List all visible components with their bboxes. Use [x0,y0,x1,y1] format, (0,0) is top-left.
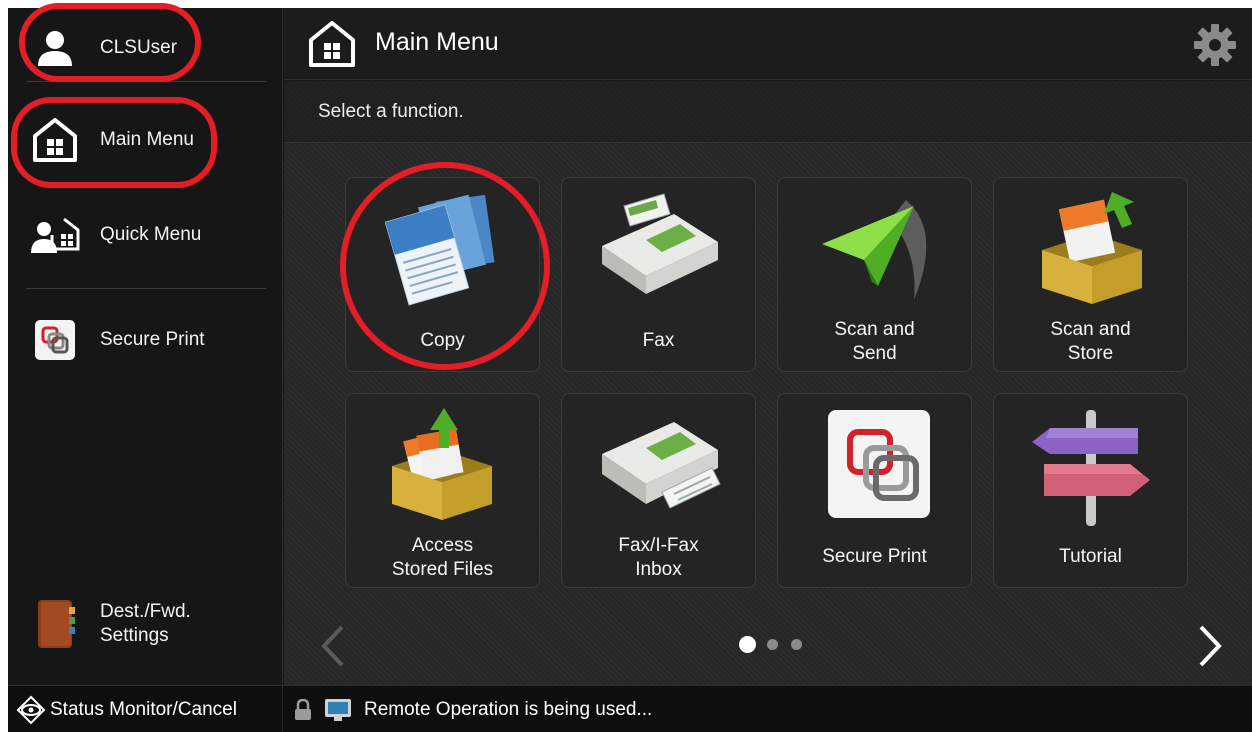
tile-label: Secure Print [822,546,927,567]
fax-icon [594,190,724,310]
scan-store-icon [1026,190,1156,310]
sidebar-item-dest-settings[interactable]: Dest./Fwd. Settings [8,583,283,665]
user-icon [30,23,80,73]
fax-inbox-icon [594,406,724,526]
tile-fax[interactable]: Fax [561,177,756,372]
next-page-arrow-icon[interactable] [1189,621,1229,671]
tile-copy[interactable]: Copy [345,177,540,372]
sidebar-item-label: CLSUser [100,37,178,58]
remote-operation-status: Remote Operation is being used... [294,686,652,732]
remote-operation-message: Remote Operation is being used... [364,698,653,720]
quick-menu-icon [30,210,80,260]
sidebar-item-secure-print[interactable]: Secure Print [8,300,283,380]
sidebar-item-label: Main Menu [100,129,194,150]
tile-tutorial[interactable]: Tutorial [993,393,1188,588]
sidebar-item-label: Secure Print [100,329,205,350]
tile-label: Fax/I-Fax Inbox [618,535,699,580]
address-book-icon [30,599,80,649]
eye-icon [16,695,46,725]
sidebar-item-quick-menu[interactable]: Quick Menu [8,195,283,275]
copy-icon [378,190,508,310]
sidebar: CLSUser Main Menu Quick Menu Secure Prin… [8,8,283,685]
tile-secure-print[interactable]: Secure Print [777,393,972,588]
main-content: Select a function. Copy Fax Scan and Sen… [284,81,1252,685]
stored-files-icon [378,406,508,526]
status-monitor-button[interactable]: Status Monitor/Cancel [8,686,283,732]
status-monitor-label: Status Monitor/Cancel [50,698,237,720]
page-dot [791,639,802,650]
tile-fax-inbox[interactable]: Fax/I-Fax Inbox [561,393,756,588]
page-title: Main Menu [375,28,499,56]
page-dot-active [739,636,756,653]
instruction-text: Select a function. [318,101,464,122]
tile-label: Tutorial [1059,546,1122,567]
tile-label: Fax [642,330,675,351]
previous-page-arrow-icon[interactable] [314,621,354,671]
tile-scan-and-store[interactable]: Scan and Store [993,177,1188,372]
header-bar: Main Menu [284,8,1252,80]
secure-print-icon [30,315,80,365]
gear-icon[interactable] [1192,22,1238,68]
tile-scan-and-send[interactable]: Scan and Send [777,177,972,372]
printer-screen: CLSUser Main Menu Quick Menu Secure Prin… [8,8,1252,732]
home-icon [30,115,80,165]
sidebar-divider [26,288,266,289]
lock-icon [294,698,312,721]
sidebar-divider [26,81,266,82]
tile-label: Scan and Store [1050,319,1131,364]
sidebar-item-label: Dest./Fwd. Settings [100,601,191,646]
signpost-icon [1026,406,1156,526]
scan-send-icon [810,190,940,310]
sidebar-item-main-menu[interactable]: Main Menu [8,100,283,180]
tile-label: Scan and Send [834,319,915,364]
tile-label: Copy [420,330,465,351]
home-icon [308,20,356,68]
sidebar-item-label: Quick Menu [100,224,202,245]
monitor-icon [324,698,352,722]
page-indicator [739,634,829,654]
secure-print-icon [810,406,940,526]
sidebar-item-user[interactable]: CLSUser [8,8,283,88]
status-bar: Status Monitor/Cancel Remote Operation i… [8,685,1252,732]
tile-label: Access Stored Files [391,535,494,580]
page-dot [767,639,778,650]
tile-access-stored-files[interactable]: Access Stored Files [345,393,540,588]
